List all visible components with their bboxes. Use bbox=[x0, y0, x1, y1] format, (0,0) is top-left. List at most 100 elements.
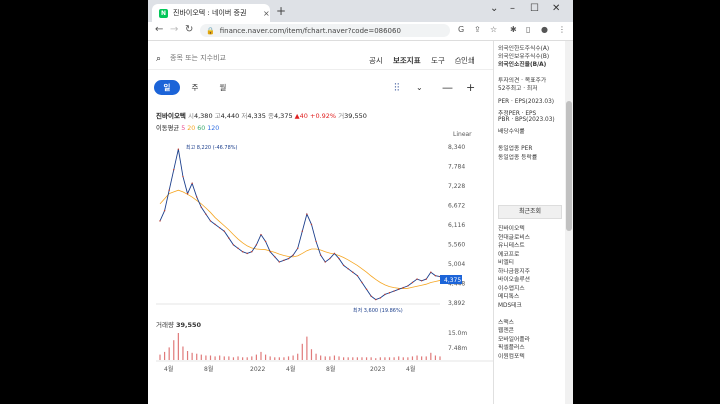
address-bar[interactable]: 🔒 finance.naver.com/item/fchart.naver?co… bbox=[200, 24, 450, 37]
reload-icon[interactable]: ↻ bbox=[185, 24, 193, 35]
scale-label[interactable]: Linear bbox=[453, 131, 472, 138]
volume-bar bbox=[232, 357, 235, 360]
volume-bar bbox=[338, 356, 340, 360]
menu-icon[interactable]: ⋮ bbox=[558, 25, 566, 34]
high-annotation: 최고 8,220 (-46.78%) bbox=[186, 144, 238, 151]
scrollbar[interactable] bbox=[565, 41, 573, 404]
recent-item[interactable]: MDS테크 bbox=[498, 300, 522, 309]
price-point bbox=[196, 196, 198, 198]
volume-bar bbox=[242, 357, 244, 360]
price-line bbox=[159, 149, 441, 301]
low-annotation: 최저 3,600 (19.86%) bbox=[353, 307, 403, 314]
info-row: PER · EPS(2023.03) bbox=[498, 99, 555, 105]
volume-bar bbox=[163, 351, 166, 360]
price-point bbox=[163, 210, 166, 212]
price-point bbox=[425, 278, 427, 280]
price-point bbox=[411, 281, 414, 284]
volume-bar bbox=[411, 356, 414, 360]
price-point bbox=[223, 230, 225, 232]
bookmark-star-icon[interactable]: ☆ bbox=[490, 25, 497, 34]
volume-bar bbox=[356, 357, 358, 360]
volume-bar bbox=[361, 357, 363, 360]
sector-row: 동일업종 PER bbox=[498, 146, 533, 152]
volume-bar bbox=[173, 340, 175, 360]
price-point bbox=[301, 230, 303, 232]
share-icon[interactable]: ⇪ bbox=[474, 25, 481, 34]
price-point bbox=[177, 148, 180, 150]
price-point bbox=[384, 293, 386, 296]
y-tick-label: 8,340 bbox=[448, 144, 465, 151]
price-point bbox=[173, 169, 175, 171]
volume-bar bbox=[301, 343, 303, 360]
volume-bar bbox=[379, 357, 381, 360]
price-point bbox=[370, 295, 372, 297]
price-point bbox=[329, 257, 331, 260]
extensions-icon[interactable]: ✱ bbox=[510, 25, 517, 34]
price-point bbox=[315, 240, 317, 243]
volume-bar bbox=[214, 356, 216, 360]
price-point bbox=[159, 220, 161, 222]
volume-bar bbox=[375, 358, 377, 360]
forward-icon[interactable]: → bbox=[170, 24, 178, 35]
price-point bbox=[260, 233, 262, 236]
info-row: 배당수익률 bbox=[498, 129, 525, 135]
y-tick-label: 7,784 bbox=[448, 164, 465, 171]
scrollbar-thumb[interactable] bbox=[566, 101, 572, 231]
price-point bbox=[416, 278, 418, 280]
profile-avatar-icon[interactable]: ● bbox=[541, 25, 548, 34]
recent-item[interactable]: 이원컴포텍 bbox=[498, 351, 525, 360]
volume-bar bbox=[205, 355, 207, 360]
y-tick-label: 6,672 bbox=[448, 203, 465, 210]
current-price-value: 4,375 bbox=[444, 277, 461, 284]
price-point bbox=[264, 240, 267, 243]
price-point bbox=[209, 220, 212, 222]
y-tick-label: 3,892 bbox=[448, 300, 465, 307]
price-point bbox=[365, 288, 368, 291]
price-point bbox=[232, 244, 235, 246]
close-window-icon[interactable]: ✕ bbox=[552, 3, 560, 14]
minimize-icon[interactable]: – bbox=[510, 3, 515, 14]
maximize-icon[interactable]: ☐ bbox=[530, 3, 539, 14]
volume-bar bbox=[287, 356, 290, 360]
price-point bbox=[191, 182, 193, 185]
tab-title: 진바이오텍 : 네이버 증권 bbox=[173, 9, 247, 17]
price-point bbox=[388, 292, 391, 294]
price-point bbox=[186, 192, 189, 195]
back-icon[interactable]: ← bbox=[155, 24, 163, 35]
sector-row: 동일업종 등락률 bbox=[498, 155, 538, 161]
price-point bbox=[324, 261, 326, 263]
sidepanel-icon[interactable]: ▯ bbox=[526, 25, 530, 34]
google-icon[interactable]: G bbox=[458, 25, 464, 34]
tab-close-icon[interactable]: × bbox=[263, 9, 270, 18]
price-point bbox=[200, 206, 203, 209]
tab-bar: N 진바이오텍 : 네이버 증권 × + ⌄ – ☐ ✕ bbox=[148, 0, 573, 22]
y-tick-label: 5,560 bbox=[448, 242, 465, 249]
info-row: 52주최고 · 최저 bbox=[498, 86, 538, 92]
tab-search-icon[interactable]: ⌄ bbox=[490, 3, 498, 14]
price-point bbox=[402, 286, 404, 289]
volume-bar bbox=[352, 357, 354, 360]
price-point bbox=[241, 251, 244, 253]
price-point bbox=[182, 175, 184, 178]
price-chart[interactable]: Linear 8,340 7,784 7,228 6,672 6,116 5,560 5,0… bbox=[148, 41, 493, 404]
volume-bar bbox=[269, 356, 271, 360]
price-point bbox=[274, 256, 276, 258]
volume-title-value: 39,550 bbox=[176, 321, 202, 329]
volume-bar bbox=[264, 354, 267, 360]
new-tab-icon[interactable]: + bbox=[276, 4, 286, 18]
volume-bar bbox=[292, 355, 294, 360]
vol-tick-1: 15.0m bbox=[448, 330, 467, 337]
price-point bbox=[361, 281, 363, 284]
recent-title[interactable]: 최근조회 bbox=[498, 205, 562, 219]
volume-bar bbox=[324, 356, 326, 360]
browser-tab[interactable]: N 진바이오텍 : 네이버 증권 × bbox=[152, 4, 270, 22]
volume-bar bbox=[333, 355, 336, 360]
price-point bbox=[214, 223, 216, 226]
x-tick-label: 8월 bbox=[326, 365, 335, 373]
volume-bar bbox=[255, 354, 257, 360]
volume-bar bbox=[343, 357, 345, 360]
info-row: 추정PER · EPS bbox=[498, 111, 537, 117]
price-point bbox=[310, 223, 313, 226]
volume-bar bbox=[347, 357, 349, 360]
price-point bbox=[342, 264, 345, 267]
